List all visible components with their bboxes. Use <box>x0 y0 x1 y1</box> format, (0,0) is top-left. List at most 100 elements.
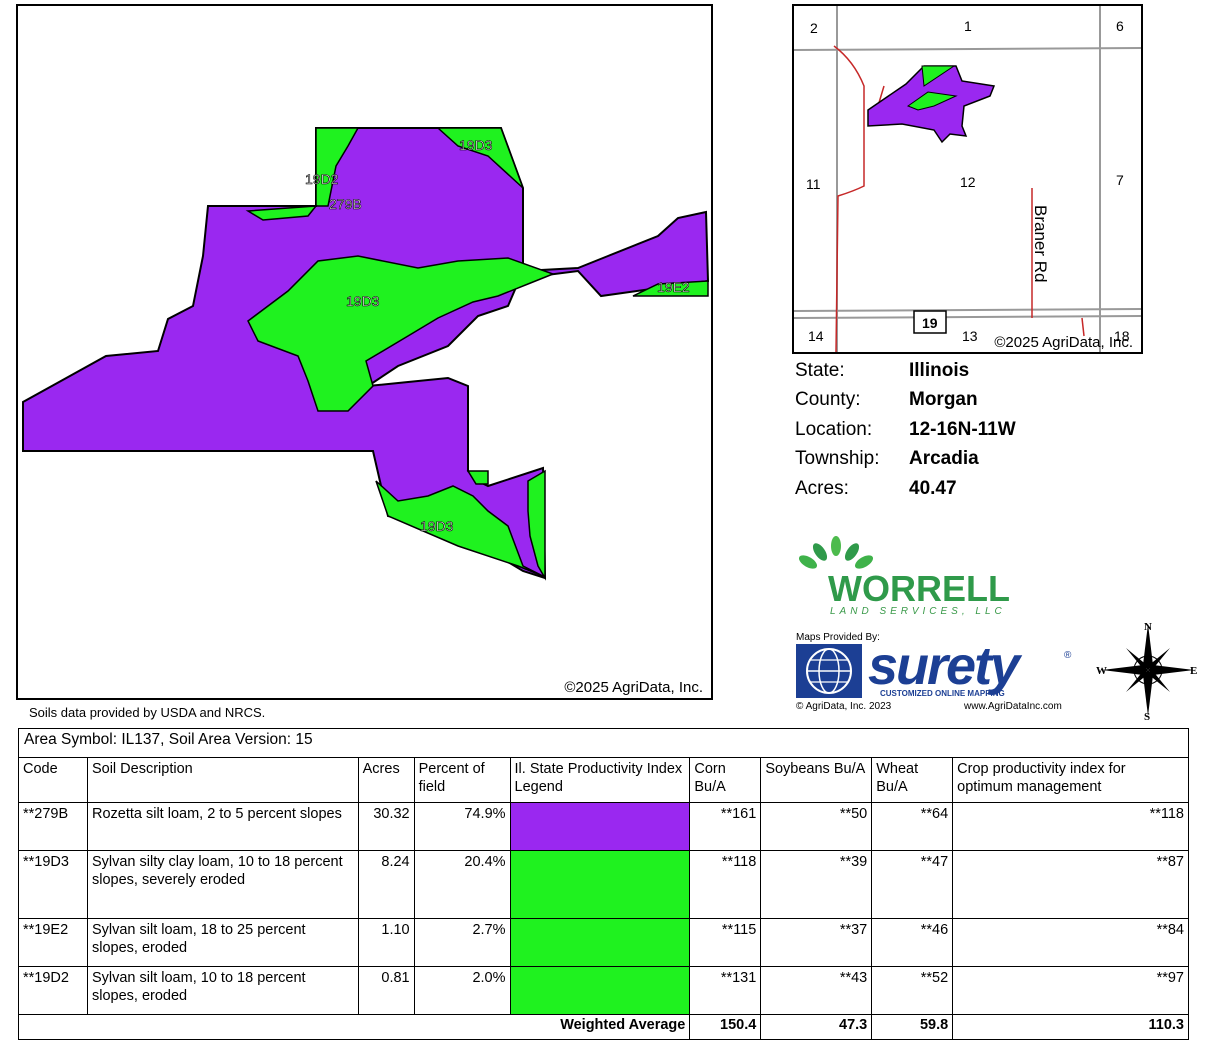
map-label: 19D3 <box>459 137 493 153</box>
cell-corn: **118 <box>689 850 762 919</box>
compass-west: W <box>1096 665 1107 677</box>
cell-corn: **115 <box>689 918 762 967</box>
soil-map: 19D3 19D2 279B 19D3 19E2 19D3 ©2025 Agri… <box>16 4 713 700</box>
map-label: 19D3 <box>346 293 380 309</box>
section-label: 13 <box>962 328 978 344</box>
header-corn: Corn Bu/A <box>689 757 762 803</box>
compass-east: E <box>1190 665 1197 677</box>
info-value: 12-16N-11W <box>909 418 1016 440</box>
compass-south: S <box>1144 711 1150 722</box>
section-label: 14 <box>808 328 824 344</box>
weighted-soybeans: 47.3 <box>760 1014 873 1040</box>
cell-cpi: **84 <box>952 918 1189 967</box>
cell-soybeans: **43 <box>760 966 873 1015</box>
info-value: Morgan <box>909 389 978 411</box>
legend-swatch <box>509 850 691 919</box>
surety-reg-mark: ® <box>1064 650 1072 661</box>
cell-code: **19D2 <box>18 966 88 1015</box>
info-key: Township: <box>795 448 880 470</box>
section-label: 1 <box>964 18 972 34</box>
info-key: State: <box>795 359 845 381</box>
info-key: Acres: <box>795 477 849 499</box>
weighted-average-row: Weighted Average 150.4 47.3 59.8 110.3 <box>17 1014 1189 1040</box>
route-shield: 19 <box>922 315 938 331</box>
weighted-wheat: 59.8 <box>871 1014 954 1040</box>
table-row: **19E2 Sylvan silt loam, 18 to 25 percen… <box>18 918 1189 967</box>
locator-map: 2 1 6 11 12 7 14 13 18 19 ©2025 AgriData… <box>792 4 1143 354</box>
legend-swatch <box>509 966 691 1015</box>
area-symbol: Area Symbol: IL137, Soil Area Version: 1… <box>18 728 1189 758</box>
cell-wheat: **52 <box>871 966 954 1015</box>
worrell-logo-sub: LAND SERVICES, LLC <box>830 606 1006 617</box>
header-wheat: Wheat Bu/A <box>871 757 954 803</box>
surety-logo-text: surety <box>868 636 1020 696</box>
worrell-logo-text: WORRELL <box>828 568 1010 609</box>
cell-cpi: **97 <box>952 966 1189 1015</box>
cell-description: Sylvan silt loam, 10 to 18 percent slope… <box>86 966 359 1015</box>
info-key: County: <box>795 389 861 411</box>
cell-code: **19D3 <box>18 850 88 919</box>
cell-acres: 8.24 <box>357 850 415 919</box>
map-label: 19D3 <box>420 518 454 534</box>
section-label: 2 <box>810 20 818 36</box>
property-info: State: Illinois County: Morgan Location: 12… <box>795 356 1095 504</box>
cell-soybeans: **37 <box>760 918 873 967</box>
info-row: State: Illinois <box>795 356 1095 386</box>
section-label: 11 <box>806 176 821 192</box>
compass-north: N <box>1144 621 1152 633</box>
logo-block: WORRELL LAND SERVICES, LLC Maps Provided… <box>788 532 1088 722</box>
soil-map-drawing: 19D3 19D2 279B 19D3 19E2 19D3 <box>22 127 710 581</box>
info-key: Location: <box>795 418 873 440</box>
cell-acres: 30.32 <box>357 802 415 851</box>
info-value: Arcadia <box>909 448 979 470</box>
section-label: 7 <box>1116 172 1124 188</box>
header-description: Soil Description <box>86 757 359 803</box>
cell-description: Rozetta silt loam, 2 to 5 percent slopes <box>86 802 359 851</box>
header-soybeans: Soybeans Bu/A <box>760 757 873 803</box>
cell-percent: 2.0% <box>413 966 511 1015</box>
surety-copyright: © AgriData, Inc. 2023 <box>796 701 892 712</box>
map-label: 19D2 <box>305 171 339 187</box>
surety-tagline: CUSTOMIZED ONLINE MAPPING <box>880 689 1005 698</box>
soil-table: Area Symbol: IL137, Soil Area Version: 1… <box>17 728 1189 1040</box>
table-row: **19D2 Sylvan silt loam, 10 to 18 percen… <box>18 966 1189 1015</box>
map-label: 279B <box>329 196 362 212</box>
header-code: Code <box>18 757 88 803</box>
cell-corn: **131 <box>689 966 762 1015</box>
info-row: Township: Arcadia <box>795 445 1095 475</box>
weighted-cpi: 110.3 <box>952 1014 1189 1040</box>
compass-rose-icon: N S E W <box>1096 618 1200 723</box>
cell-wheat: **47 <box>871 850 954 919</box>
info-row: Location: 12-16N-11W <box>795 415 1095 445</box>
weighted-corn: 150.4 <box>689 1014 762 1040</box>
globe-icon <box>796 644 862 698</box>
cell-soybeans: **50 <box>760 802 873 851</box>
cell-description: Sylvan silt loam, 18 to 25 percent slope… <box>86 918 359 967</box>
cell-corn: **161 <box>689 802 762 851</box>
section-label: 12 <box>960 174 976 190</box>
surety-url: www.AgriDataInc.com <box>964 701 1062 712</box>
cell-code: **279B <box>18 802 88 851</box>
cell-acres: 1.10 <box>357 918 415 967</box>
cell-cpi: **87 <box>952 850 1189 919</box>
cell-soybeans: **39 <box>760 850 873 919</box>
map-label: 19E2 <box>657 279 690 295</box>
header-percent: Percent of field <box>413 757 511 803</box>
header-cpi: Crop productivity index for optimum mana… <box>952 757 1189 803</box>
info-row: Acres: 40.47 <box>795 474 1095 504</box>
weighted-average-label: Weighted Average <box>17 1014 691 1040</box>
table-row: **279B Rozetta silt loam, 2 to 5 percent… <box>18 802 1189 851</box>
cell-cpi: **118 <box>952 802 1189 851</box>
cell-percent: 74.9% <box>413 802 511 851</box>
cell-wheat: **46 <box>871 918 954 967</box>
locator-copyright: ©2025 AgriData, Inc. <box>994 334 1133 351</box>
section-label: 6 <box>1116 18 1124 34</box>
soils-credit: Soils data provided by USDA and NRCS. <box>29 705 266 720</box>
header-legend: Il. State Productivity Index Legend <box>509 757 691 803</box>
cell-wheat: **64 <box>871 802 954 851</box>
map-copyright: ©2025 AgriData, Inc. <box>564 679 703 696</box>
cell-percent: 2.7% <box>413 918 511 967</box>
legend-swatch <box>509 802 691 851</box>
legend-swatch <box>509 918 691 967</box>
road-name: Braner Rd <box>1031 205 1050 283</box>
